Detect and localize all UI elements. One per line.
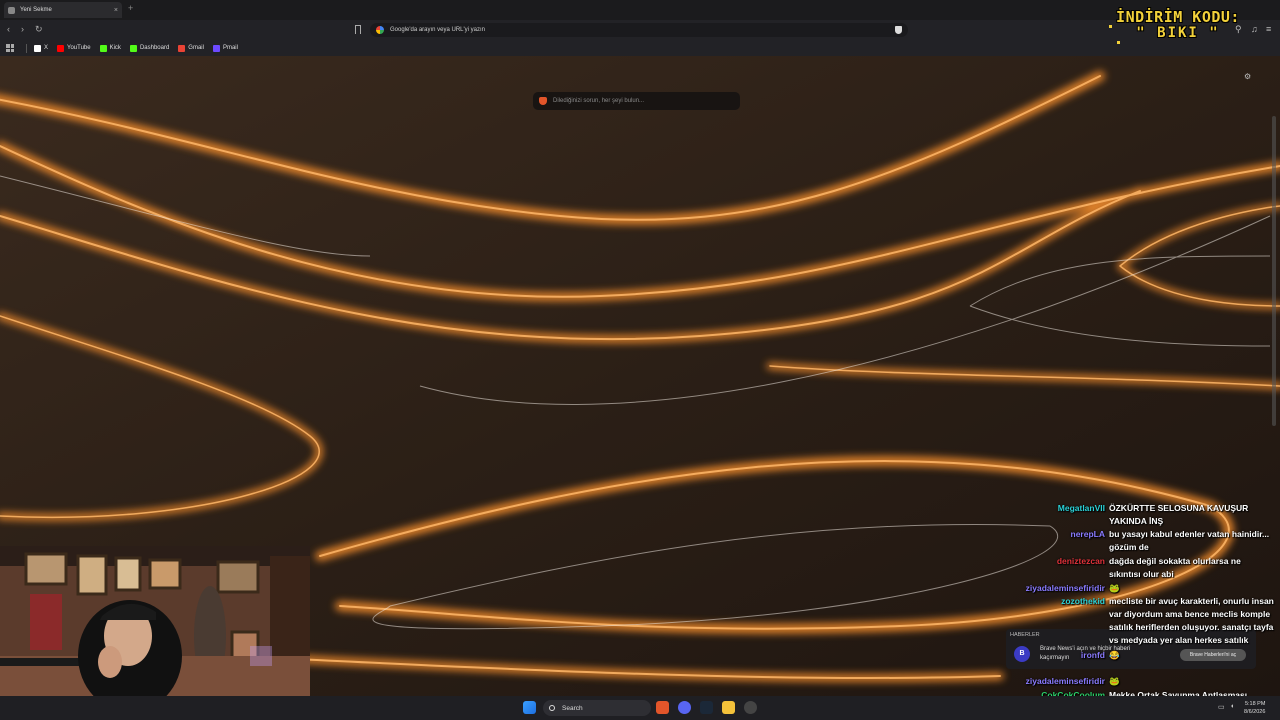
- bookmark-pmail[interactable]: Pmail: [212, 44, 238, 52]
- chat-text: 🐸: [1109, 676, 1120, 686]
- taskbar-search[interactable]: Search: [543, 700, 651, 716]
- customize-gear-icon[interactable]: ⚙: [1244, 72, 1251, 81]
- steam-icon[interactable]: [700, 701, 713, 714]
- youtube-icon: [57, 44, 65, 52]
- gmail-icon: [178, 44, 186, 52]
- menu-icon[interactable]: ≡: [1266, 24, 1271, 34]
- brave-logo-icon: [539, 97, 547, 105]
- proton-mail-icon: [212, 44, 220, 52]
- network-icon[interactable]: ▭: [1218, 703, 1225, 711]
- bookmark-list: X YouTube Kick Dashboard Gmail Pmail: [34, 44, 247, 52]
- apps-icon[interactable]: [6, 44, 14, 52]
- system-clock[interactable]: 5:18 PM 8/6/2026: [1244, 700, 1265, 716]
- promo-decoration-dot: [1117, 41, 1120, 44]
- chat-text: dağda değil sokakta olurlarsa ne sıkıntı…: [1109, 556, 1241, 579]
- bookmark-x[interactable]: X: [34, 44, 49, 52]
- chat-text: ÖZKÜRTTE SELOSUNA KAVUŞUR YAKINDA İNŞ: [1109, 503, 1249, 526]
- promo-label: İNDİRİM KODU:: [1116, 8, 1240, 26]
- brave-tab-icon: [8, 6, 15, 14]
- volume-icon[interactable]: ◖: [1230, 703, 1234, 710]
- chat-username[interactable]: MegatlanVII: [1058, 502, 1105, 515]
- media-icon[interactable]: ♫: [1251, 24, 1258, 34]
- search-icon: [549, 705, 555, 711]
- bookmarks-bar: X YouTube Kick Dashboard Gmail Pmail: [0, 40, 1280, 56]
- stream-chat: MegatlanVII ÖZKÜRTTE SELOSUNA KAVUŞUR YAK…: [990, 502, 1280, 713]
- chat-username[interactable]: ziyadaleminsefiridir: [1026, 582, 1105, 595]
- address-bar[interactable]: Google'da arayın veya URL'yi yazın: [370, 23, 908, 37]
- reload-icon[interactable]: ↻: [35, 24, 43, 35]
- clock-date: 8/6/2026: [1244, 709, 1266, 715]
- tab-title: Yeni Sekme: [20, 7, 52, 13]
- bookmark-label: X: [44, 45, 49, 51]
- brave-shields-icon[interactable]: [895, 26, 902, 34]
- brave-browser-icon[interactable]: [656, 701, 669, 714]
- discord-icon[interactable]: [678, 701, 691, 714]
- bookmark-label: YouTube: [67, 45, 91, 51]
- bookmark-label: Kick: [109, 45, 121, 51]
- promo-code-overlay: İNDİRİM KODU: " BIKI ": [1108, 8, 1248, 41]
- streamer-webcam-image: [0, 546, 310, 696]
- bookmark-youtube[interactable]: YouTube: [57, 44, 91, 52]
- address-placeholder: Google'da arayın veya URL'yi yazın: [390, 27, 486, 33]
- bookmark-label: Gmail: [188, 45, 204, 51]
- google-icon: [376, 26, 384, 34]
- chat-username[interactable]: deniztezcan: [1057, 555, 1105, 568]
- windows-start-icon[interactable]: [523, 701, 536, 714]
- chat-username[interactable]: zozothekid: [1061, 595, 1105, 608]
- promo-decoration-dot: [1109, 25, 1112, 28]
- chat-username[interactable]: ironfd: [1081, 649, 1105, 662]
- promo-code: " BIKI ": [1136, 25, 1220, 41]
- taskbar: Search ▭ ◖ 5:18 PM 8/6/2026: [0, 696, 1280, 720]
- bookmark-icon[interactable]: [355, 25, 361, 34]
- bookmark-kick[interactable]: Kick: [99, 44, 121, 52]
- bookmark-dashboard[interactable]: Dashboard: [129, 44, 170, 52]
- screen: Yeni Sekme × + ‹ › ↻ Google'da arayın ve…: [0, 0, 1280, 720]
- bookmark-label: Pmail: [222, 45, 238, 51]
- chat-text: mecliste bir avuç karakterli, onurlu ins…: [1109, 596, 1274, 645]
- kick-icon: [99, 44, 107, 52]
- page-scrollbar[interactable]: [1272, 116, 1276, 426]
- tab-new-tab[interactable]: Yeni Sekme ×: [4, 2, 122, 18]
- back-icon[interactable]: ‹: [7, 24, 10, 34]
- toolbar: ‹ › ↻ Google'da arayın veya URL'yi yazın…: [0, 20, 1280, 40]
- tab-strip: Yeni Sekme × +: [0, 0, 1280, 20]
- webcam-overlay: [0, 546, 310, 696]
- taskbar-search-label: Search: [562, 704, 583, 712]
- file-explorer-icon[interactable]: [722, 701, 735, 714]
- clock-time: 5:18 PM: [1244, 701, 1266, 707]
- bookmark-gmail[interactable]: Gmail: [178, 44, 204, 52]
- chat-text: 😂: [1109, 650, 1120, 660]
- kick-icon: [129, 44, 137, 52]
- newtab-search-placeholder: Dilediğinizi sorun, her şeyi bulun...: [553, 98, 645, 104]
- obs-icon[interactable]: [744, 701, 757, 714]
- chat-username[interactable]: nerepLA: [1071, 528, 1105, 541]
- new-tab-button[interactable]: +: [128, 3, 133, 13]
- chat-text: bu yasayı kabul edenler vatan hainidir..…: [1109, 529, 1270, 552]
- close-tab-icon[interactable]: ×: [114, 7, 118, 14]
- chat-username[interactable]: ziyadaleminsefiridir: [1026, 675, 1105, 688]
- newtab-search-box[interactable]: Dilediğinizi sorun, her şeyi bulun...: [533, 92, 740, 110]
- bookmark-label: Dashboard: [139, 45, 170, 51]
- x-icon: [34, 44, 41, 52]
- bookmark-separator: [26, 43, 27, 53]
- chat-text: 🐸: [1109, 583, 1120, 593]
- forward-icon[interactable]: ›: [21, 24, 24, 34]
